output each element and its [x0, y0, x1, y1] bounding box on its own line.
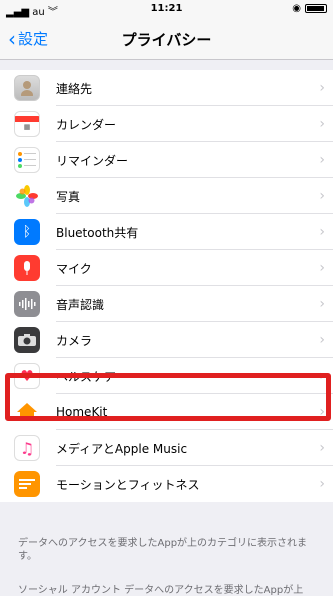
footer-note: データへのアクセスを要求したAppが上のカテゴリに表示されます。	[18, 538, 308, 562]
bluetooth-icon: ᛒ	[14, 219, 40, 245]
calendar-icon: ▦	[14, 111, 40, 137]
list-item-label: リマインダー	[56, 153, 129, 168]
chevron-right-icon: ›	[319, 440, 325, 456]
list-item-calendar[interactable]: ▦ カレンダー ›	[0, 106, 333, 142]
list-item-label: モーションとフィットネス	[56, 477, 200, 492]
nav-bar: ‹ 設定 プライバシー	[0, 18, 333, 60]
chevron-right-icon: ›	[319, 332, 325, 348]
list-item-contacts[interactable]: 連絡先 ›	[0, 70, 333, 106]
chevron-right-icon: ›	[319, 224, 325, 240]
microphone-icon	[14, 255, 40, 281]
chevron-right-icon: ›	[319, 476, 325, 492]
battery-icon	[305, 4, 327, 13]
alarm-icon: ◉	[292, 3, 301, 14]
camera-icon	[14, 327, 40, 353]
list-item-label: 音声認識	[56, 297, 105, 312]
list-item-music[interactable]: ♫ メディアとApple Music ›	[0, 430, 333, 466]
photos-icon	[14, 183, 40, 209]
list-item-label: Bluetooth共有	[56, 225, 139, 240]
list-item-speech-recognition[interactable]: 音声認識 ›	[0, 286, 333, 322]
list-item-label: マイク	[56, 261, 92, 276]
health-highlight-frame	[5, 373, 331, 421]
status-right: ◉	[292, 3, 327, 14]
chevron-right-icon: ›	[319, 260, 325, 276]
reminders-icon	[14, 147, 40, 173]
list-item-label: カメラ	[56, 333, 93, 348]
list-item-reminders[interactable]: リマインダー ›	[0, 142, 333, 178]
list-item-camera[interactable]: カメラ ›	[0, 322, 333, 358]
list-item-label: メディアとApple Music	[56, 441, 188, 456]
music-icon: ♫	[14, 435, 40, 461]
list-item-photos[interactable]: 写真 ›	[0, 178, 333, 214]
status-bar: ▂▄▆ au ︾ 11:21 ◉	[0, 0, 333, 18]
chevron-right-icon: ›	[319, 296, 325, 312]
list-item-label: 写真	[56, 189, 81, 204]
chevron-right-icon: ›	[319, 188, 325, 204]
status-time: 11:21	[150, 3, 183, 14]
chevron-right-icon: ›	[319, 116, 325, 132]
motion-icon	[14, 471, 40, 497]
footer-note-2: ソーシャル アカウント データへのアクセスを要求したAppが上	[18, 585, 304, 596]
list-item-label: カレンダー	[56, 117, 117, 132]
list-item-bluetooth[interactable]: ᛒ Bluetooth共有 ›	[0, 214, 333, 250]
list-item-motion[interactable]: モーションとフィットネス ›	[0, 466, 333, 502]
list-item-label: 連絡先	[56, 81, 93, 96]
chevron-right-icon: ›	[319, 80, 325, 96]
privacy-list: 連絡先 › ▦ カレンダー › リマインダー › 写真 › ᛒ Bluetoot…	[0, 70, 333, 502]
page-title: プライバシー	[121, 31, 212, 49]
contacts-icon	[14, 75, 40, 101]
list-item-microphone[interactable]: マイク ›	[0, 250, 333, 286]
chevron-right-icon: ›	[319, 152, 325, 168]
speech-recognition-icon	[14, 291, 40, 317]
